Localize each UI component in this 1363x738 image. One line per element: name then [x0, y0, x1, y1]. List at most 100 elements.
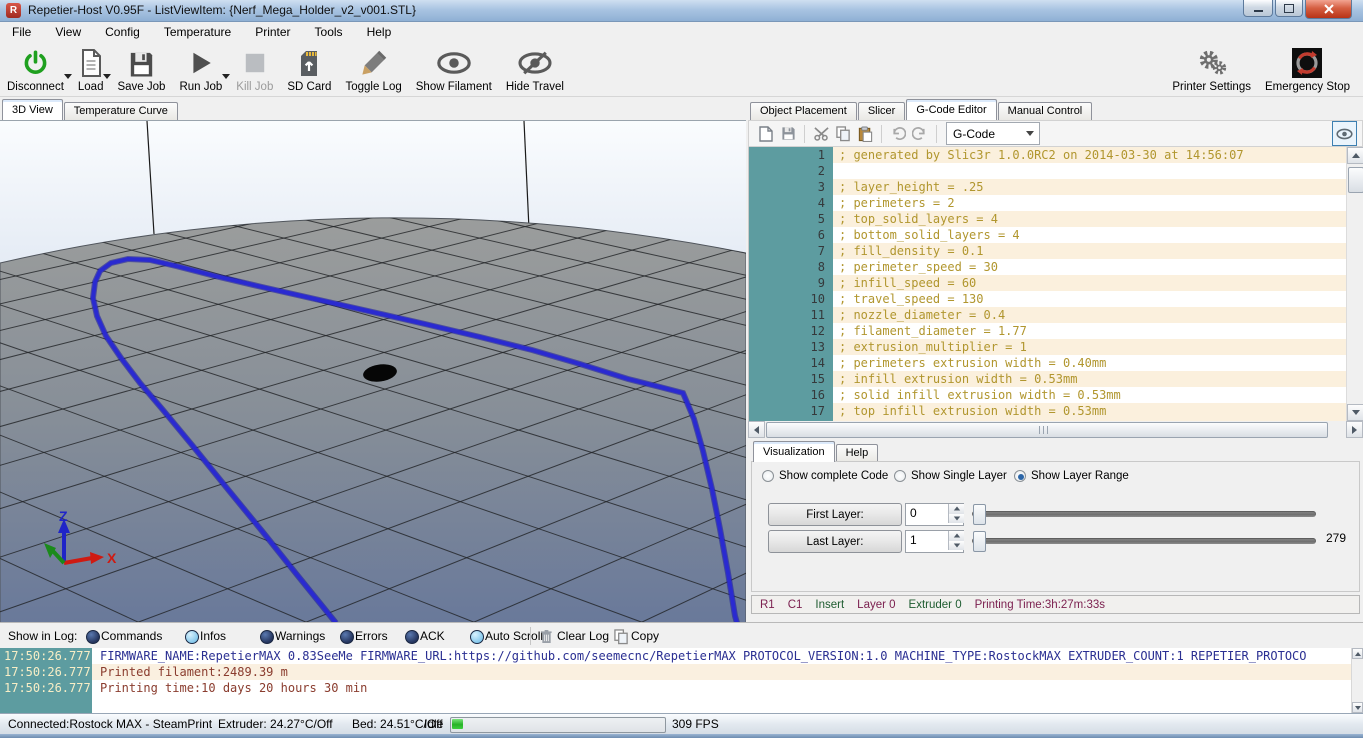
scroll-thumb[interactable]: [766, 422, 1328, 438]
tab-object-placement[interactable]: Object Placement: [750, 102, 857, 120]
toolbar-button-load[interactable]: Load: [71, 42, 111, 97]
log-action-copy[interactable]: Copy: [631, 629, 659, 643]
3d-viewport[interactable]: Z X: [0, 120, 746, 622]
menu-item-tools[interactable]: Tools: [303, 22, 355, 42]
log-vertical-scrollbar[interactable]: [1351, 648, 1363, 713]
gcode-line: 11; nozzle_diameter = 0.4: [749, 307, 1347, 323]
editor-button-copy[interactable]: [832, 124, 854, 144]
log-toggle-warnings[interactable]: [260, 630, 274, 644]
scroll-up-button[interactable]: [1347, 147, 1363, 164]
scroll-down-button[interactable]: [1347, 404, 1363, 421]
gcode-line-text: ; layer_height = .25: [839, 179, 984, 195]
gcode-line-text: ; bottom_solid_layers = 4: [839, 227, 1020, 243]
spinner-down-button[interactable]: [948, 541, 964, 551]
log-toggle-ack[interactable]: [405, 630, 419, 644]
separator: [881, 125, 882, 143]
view-tabs: 3D ViewTemperature Curve: [2, 99, 179, 120]
toolbar-button-disconnect[interactable]: Disconnect: [0, 42, 71, 97]
preview-toggle-button[interactable]: [1332, 121, 1357, 146]
tab-g-code-editor[interactable]: G-Code Editor: [906, 99, 996, 120]
editor-button-cut[interactable]: [810, 124, 832, 144]
syntax-select[interactable]: G-Code: [946, 122, 1040, 145]
toolbar-button-save-job[interactable]: Save Job: [110, 42, 172, 97]
layer-spinner-last-layer[interactable]: 1: [905, 530, 964, 553]
layer-slider-last-layer[interactable]: [972, 538, 1316, 544]
toolbar-button-sd-card[interactable]: SD Card: [280, 42, 338, 97]
status-bar: Connected:Rostock MAX - SteamPrint Extru…: [0, 713, 1363, 734]
gcode-line-text: ; filament_diameter = 1.77: [839, 323, 1027, 339]
log-output[interactable]: 17:50:26.777FIRMWARE_NAME:RepetierMAX 0.…: [0, 648, 1363, 713]
layer-spinner-first-layer[interactable]: 0: [905, 503, 964, 526]
tab-slicer[interactable]: Slicer: [858, 102, 906, 120]
arrow-left-icon: [754, 426, 759, 434]
menu-item-view[interactable]: View: [43, 22, 93, 42]
layer-slider-first-layer[interactable]: [972, 511, 1316, 517]
log-message: Printing time:10 days 20 hours 30 min: [100, 680, 367, 696]
scroll-up-button[interactable]: [1352, 648, 1363, 659]
log-toggle-infos[interactable]: [185, 630, 199, 644]
scroll-down-button[interactable]: [1352, 702, 1363, 713]
layer-button-first-layer[interactable]: First Layer:: [768, 503, 902, 526]
radio-show-single-layer[interactable]: [894, 470, 906, 482]
log-action-clear-log[interactable]: Clear Log: [557, 629, 609, 643]
spinner-up-button[interactable]: [948, 504, 964, 514]
radio-label-show-single-layer: Show Single Layer: [911, 470, 1007, 482]
spinner-buttons[interactable]: [948, 531, 963, 550]
tab-manual-control[interactable]: Manual Control: [998, 102, 1093, 120]
toolbar-button-emergency-stop[interactable]: Emergency Stop: [1258, 42, 1357, 97]
spinner-down-button[interactable]: [948, 514, 964, 524]
editor-button-save[interactable]: [777, 124, 799, 144]
scroll-thumb[interactable]: [1348, 167, 1363, 193]
max-layer-label: 279: [1326, 531, 1346, 545]
toolbar-button-hide-travel[interactable]: Hide Travel: [499, 42, 571, 97]
scroll-left-button[interactable]: [748, 421, 765, 438]
radio-show-complete-code[interactable]: [762, 470, 774, 482]
editor-button-new-file[interactable]: [755, 124, 777, 144]
spinner-up-button[interactable]: [948, 531, 964, 541]
maximize-button[interactable]: [1275, 0, 1303, 17]
slider-thumb[interactable]: [973, 504, 986, 525]
slider-thumb[interactable]: [973, 531, 986, 552]
log-toggle-auto-scroll[interactable]: [470, 630, 484, 644]
toolbar-button-run-job[interactable]: Run Job: [172, 42, 229, 97]
log-toggle-errors[interactable]: [340, 630, 354, 644]
log-toggle-label-ack[interactable]: ACK: [420, 629, 445, 643]
close-button[interactable]: [1305, 0, 1352, 19]
layer-button-last-layer[interactable]: Last Layer:: [768, 530, 902, 553]
tab-help[interactable]: Help: [836, 444, 879, 462]
tab-temperature-curve[interactable]: Temperature Curve: [64, 102, 178, 120]
log-toggle-label-infos[interactable]: Infos: [200, 629, 226, 643]
log-toggle-label-warnings[interactable]: Warnings: [275, 629, 325, 643]
toolbar-button-show-filament[interactable]: Show Filament: [409, 42, 499, 97]
progress-fill: [452, 719, 463, 729]
log-toggle-label-auto-scroll[interactable]: Auto Scroll: [485, 629, 543, 643]
editor-button-paste[interactable]: [854, 124, 876, 144]
log-toggle-label-errors[interactable]: Errors: [355, 629, 388, 643]
menu-item-temperature[interactable]: Temperature: [152, 22, 243, 42]
log-timestamp: 17:50:26.777: [0, 664, 92, 680]
minimize-button[interactable]: [1243, 0, 1273, 17]
gcode-editor[interactable]: 1; generated by Slic3r 1.0.0RC2 on 2014-…: [748, 147, 1363, 421]
spinner-buttons[interactable]: [948, 504, 963, 523]
radio-show-layer-range[interactable]: [1014, 470, 1026, 482]
editor-button-undo[interactable]: [887, 124, 909, 144]
gcode-line-number: 3: [749, 179, 833, 195]
editor-button-redo[interactable]: [909, 124, 931, 144]
toolbar-label-sd-card: SD Card: [287, 81, 331, 93]
editor-vertical-scrollbar[interactable]: [1346, 147, 1363, 421]
toolbar-button-toggle-log[interactable]: Toggle Log: [338, 42, 408, 97]
scroll-right-button[interactable]: [1346, 421, 1363, 438]
status-segment-insert: Insert: [815, 599, 844, 611]
log-toggle-label-commands[interactable]: Commands: [101, 629, 162, 643]
tab-visualization[interactable]: Visualization: [753, 441, 835, 462]
menu-item-help[interactable]: Help: [355, 22, 404, 42]
log-toggle-commands[interactable]: [86, 630, 100, 644]
menu-item-file[interactable]: File: [0, 22, 43, 42]
toolbar-button-printer-settings[interactable]: Printer Settings: [1165, 42, 1258, 97]
editor-horizontal-scrollbar[interactable]: [748, 421, 1363, 438]
menu-item-config[interactable]: Config: [93, 22, 152, 42]
arrow-up-icon: [1352, 153, 1360, 158]
menu-item-printer[interactable]: Printer: [243, 22, 302, 42]
eye-icon: [437, 46, 471, 80]
tab-3d-view[interactable]: 3D View: [2, 99, 63, 120]
